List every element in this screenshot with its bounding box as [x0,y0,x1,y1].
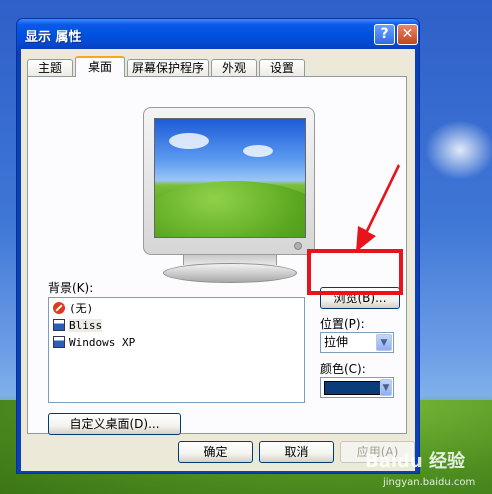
tab-settings[interactable]: 设置 [259,59,305,76]
list-item-none[interactable]: (无) [53,301,93,317]
list-item-bliss[interactable]: Bliss [53,318,103,334]
color-swatch [324,381,384,395]
background-label: 背景(K): [48,281,94,295]
tab-themes[interactable]: 主题 [27,59,73,76]
image-icon [53,336,65,348]
list-item-label: Bliss [69,319,103,332]
color-picker[interactable]: ▼ [320,377,394,398]
watermark: Baidu 经验 jingyan.baidu.com [365,447,492,494]
list-item-label: (无) [69,302,94,315]
watermark-url: jingyan.baidu.com [383,477,476,488]
watermark-logo: Baidu 经验 [365,451,466,472]
annotation-arrow [356,164,400,252]
monitor-power-led [294,242,302,250]
help-button[interactable]: ? [374,24,395,45]
cancel-button[interactable]: 取消 [259,441,334,463]
ok-button[interactable]: 确定 [178,441,253,463]
monitor-frame [143,107,315,255]
chevron-down-icon[interactable]: ▼ [380,379,392,396]
monitor-preview [143,107,315,283]
position-select[interactable]: 拉伸 ▼ [320,332,394,353]
position-value: 拉伸 [324,335,349,349]
none-icon [53,302,65,314]
image-icon [53,319,65,331]
desktop-cloud [425,120,492,180]
window-title: 显示 属性 [25,30,82,45]
preview-hill [155,181,305,237]
background-listbox[interactable]: (无) Bliss Windows XP [48,297,305,403]
monitor-base [163,263,297,283]
preview-cloud [169,133,209,149]
color-label: 颜色(C): [320,362,366,376]
tab-screensaver[interactable]: 屏幕保护程序 [127,59,209,76]
close-button[interactable]: ✕ [397,24,418,45]
tab-appearance[interactable]: 外观 [211,59,257,76]
preview-screen [154,118,306,238]
preview-cloud [243,145,273,157]
position-label: 位置(P): [320,317,365,331]
arrow-shape [356,164,400,252]
title-bar[interactable]: 显示 属性 ? ✕ [17,19,419,49]
tab-desktop[interactable]: 桌面 [75,56,125,77]
customize-desktop-button[interactable]: 自定义桌面(D)... [48,413,181,435]
list-item-windows-xp[interactable]: Windows XP [53,335,135,351]
highlight-box [307,249,403,295]
list-item-label: Windows XP [69,336,136,349]
chevron-down-icon[interactable]: ▼ [376,334,392,351]
